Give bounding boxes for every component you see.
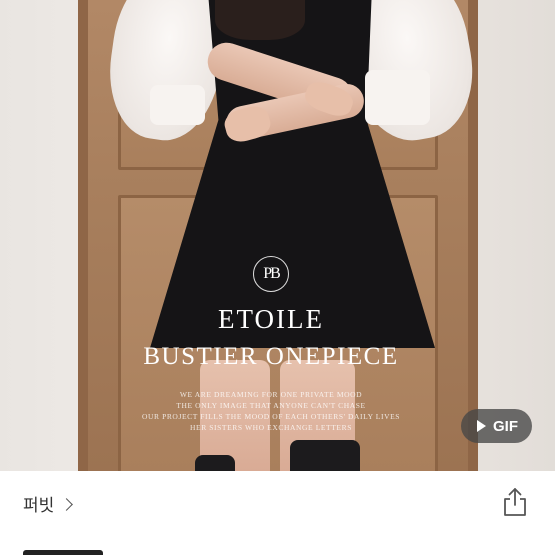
product-image[interactable]: PB ETOILE BUSTIER ONEPIECE WE ARE DREAMI… [0, 0, 555, 471]
hair [215, 0, 305, 40]
boot-left [195, 455, 235, 471]
boot-right [290, 440, 360, 471]
right-cuff [365, 70, 430, 125]
chevron-right-icon [60, 497, 74, 511]
gif-label: GIF [493, 417, 518, 435]
brand-logo-text: PB [263, 265, 281, 282]
product-title-line2: BUSTIER ONEPIECE [143, 343, 399, 370]
brand-logo: PB [253, 256, 289, 292]
bottom-bar: 퍼빗 [0, 471, 555, 555]
tagline-line: WE ARE DREAMING FOR ONE PRIVATE MOOD [179, 390, 363, 399]
play-icon [477, 420, 486, 432]
next-item-edge [23, 550, 103, 555]
share-icon[interactable] [500, 486, 530, 518]
tagline-line: OUR PROJECT FILLS THE MOOD OF EACH OTHER… [141, 412, 401, 421]
shop-link[interactable]: 퍼빗 [23, 491, 74, 516]
tagline-line: THE ONLY IMAGE THAT ANYONE CAN'T CHASE [176, 401, 366, 410]
product-title-line1: ETOILE [218, 304, 324, 334]
left-cuff [150, 85, 205, 125]
shop-name: 퍼빗 [23, 496, 55, 515]
gif-play-button[interactable]: GIF [461, 409, 532, 443]
